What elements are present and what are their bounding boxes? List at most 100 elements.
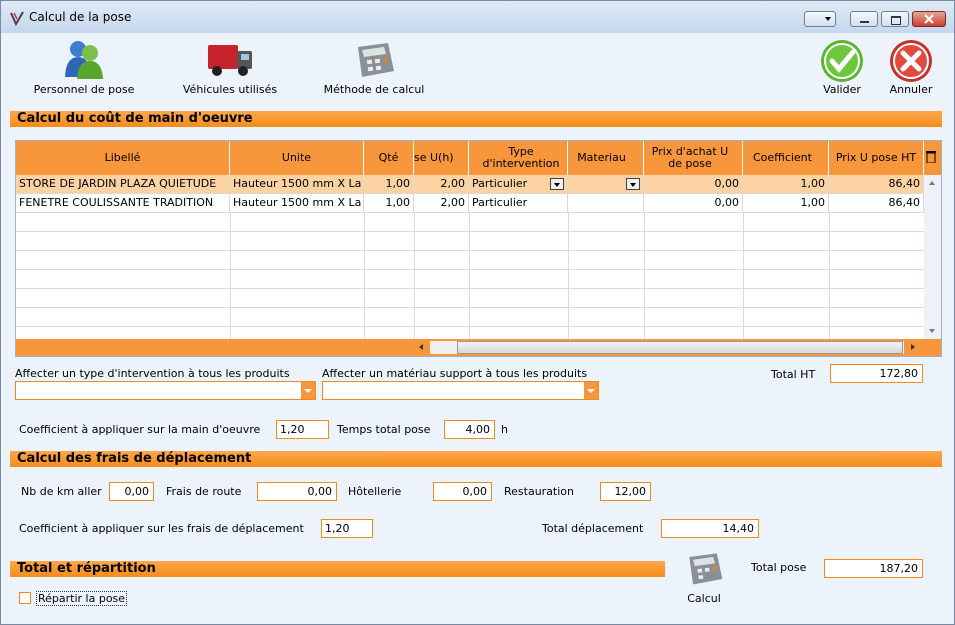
scroll-down-icon[interactable] [929, 329, 935, 333]
cell-materiau[interactable] [568, 175, 644, 193]
personnel-label: Personnel de pose [33, 83, 135, 96]
empty-row [16, 232, 924, 251]
scroll-up-icon[interactable] [929, 181, 935, 185]
calculator-icon [358, 43, 394, 77]
scroll-left-icon[interactable] [419, 344, 423, 350]
affecter-materiau-label: Affecter un matériau support à tous les … [322, 367, 588, 380]
total-pose-field[interactable]: 187,20 [824, 559, 923, 578]
table-row[interactable]: STORE DE JARDIN PLAZA QUIETUDE Hauteur 1… [16, 175, 924, 194]
close-button[interactable] [912, 11, 946, 27]
minimize-button[interactable] [850, 11, 878, 27]
methode-label: Méthode de calcul [323, 83, 425, 96]
annuler-button[interactable]: Annuler [885, 39, 937, 96]
people-icon [65, 41, 103, 79]
maximize-icon [891, 16, 901, 25]
cell-unite: Hauteur 1500 mm X La [230, 194, 364, 212]
cell-temps: 2,00 [414, 194, 469, 212]
coef-mo-label: Coefficient à appliquer sur la main d'oe… [19, 423, 261, 436]
cell-prix-u: 86,40 [829, 175, 924, 193]
restauration-label: Restauration [504, 485, 575, 498]
col-coefficient[interactable]: Coefficient [743, 141, 829, 175]
affecter-type-label: Affecter un type d'intervention à tous l… [15, 367, 290, 380]
col-prix-achat[interactable]: Prix d'achat U de pose [644, 141, 743, 175]
total-deplacement-label: Total déplacement [542, 522, 644, 535]
scroll-right-icon[interactable] [911, 344, 915, 350]
materiau-dropdown-button[interactable] [626, 178, 640, 190]
grid-line [469, 213, 470, 339]
empty-row [16, 213, 924, 232]
col-materiau[interactable]: Materiau [568, 141, 644, 175]
cell-coefficient: 1,00 [743, 175, 829, 193]
valider-label: Valider [823, 83, 861, 96]
calcul-button[interactable]: Calcul [677, 549, 731, 605]
grid-line [230, 213, 231, 339]
methode-calcul-button[interactable]: Méthode de calcul [322, 39, 426, 96]
minimize-icon [860, 21, 869, 23]
cell-type[interactable]: Particulier [469, 194, 568, 212]
window-title: Calcul de la pose [29, 10, 132, 24]
hotellerie-field[interactable]: 0,00 [433, 482, 492, 501]
grid-line [743, 213, 744, 339]
horizontal-scrollbar[interactable] [16, 339, 941, 356]
vehicules-button[interactable]: Véhicules utilisés [181, 39, 279, 96]
empty-row [16, 308, 924, 327]
toolbar: Personnel de pose Véhicules utilisés Mét… [1, 33, 954, 107]
app-icon [10, 11, 24, 26]
chevron-down-icon[interactable] [584, 382, 598, 399]
empty-row [16, 251, 924, 270]
col-unite[interactable]: Unite [230, 141, 364, 175]
calcul-label: Calcul [687, 592, 721, 605]
frais-route-field[interactable]: 0,00 [257, 482, 337, 501]
coef-deplacement-field[interactable]: 1,20 [321, 519, 373, 538]
cell-type-value: Particulier [472, 177, 528, 190]
cell-temps: 2,00 [414, 175, 469, 193]
total-deplacement-field[interactable]: 14,40 [661, 519, 759, 538]
grid-header: Libellé Unite Qté se U(h) Type d'interve… [16, 141, 941, 175]
temps-total-field[interactable]: 4,00 [444, 420, 495, 439]
affecter-materiau-select[interactable] [322, 381, 599, 400]
grid-line [568, 213, 569, 339]
col-qte[interactable]: Qté [364, 141, 414, 175]
repartir-checkbox[interactable] [19, 592, 31, 604]
frais-route-label: Frais de route [166, 485, 242, 498]
maximize-button[interactable] [881, 11, 909, 27]
km-field[interactable]: 0,00 [109, 482, 154, 501]
grid-line [364, 213, 365, 339]
window-menu-button[interactable] [804, 11, 836, 27]
personnel-button[interactable]: Personnel de pose [31, 39, 137, 96]
valider-button[interactable]: Valider [819, 39, 865, 96]
total-ht-field[interactable]: 172,80 [830, 364, 923, 383]
scroll-thumb[interactable] [457, 341, 903, 354]
temps-unit-label: h [501, 423, 508, 436]
cell-libelle: STORE DE JARDIN PLAZA QUIETUDE [16, 175, 230, 193]
section-main-oeuvre: Calcul du coût de main d'oeuvre [10, 111, 942, 127]
col-temps[interactable]: se U(h) [414, 141, 469, 175]
chevron-down-icon [825, 17, 831, 21]
cancel-icon [890, 40, 932, 82]
cell-prix-u: 86,40 [829, 194, 924, 212]
type-dropdown-button[interactable] [550, 178, 564, 190]
calcul-pose-window: Calcul de la pose Personnel de pose Véhi… [0, 0, 955, 625]
title-bar: Calcul de la pose [1, 1, 954, 33]
cell-type[interactable]: Particulier [469, 175, 568, 193]
col-type[interactable]: Type d'intervention [469, 141, 568, 175]
truck-icon [208, 45, 252, 76]
restauration-field[interactable]: 12,00 [600, 482, 651, 501]
vertical-scrollbar[interactable] [924, 175, 941, 339]
total-pose-label: Total pose [751, 561, 807, 574]
grid-line [829, 213, 830, 339]
affecter-type-select[interactable] [15, 381, 316, 400]
cell-prix-achat: 0,00 [644, 194, 743, 212]
col-prix-u[interactable]: Prix U pose HT [829, 141, 924, 175]
chevron-down-icon[interactable] [301, 382, 315, 399]
coef-mo-field[interactable]: 1,20 [276, 420, 329, 439]
cell-libelle: FENETRE COULISSANTE TRADITION [16, 194, 230, 212]
table-row[interactable]: FENETRE COULISSANTE TRADITION Hauteur 15… [16, 194, 924, 213]
empty-row [16, 270, 924, 289]
trash-icon[interactable] [926, 151, 936, 163]
col-libelle[interactable]: Libellé [16, 141, 230, 175]
repartir-label[interactable]: Répartir la pose [36, 591, 128, 606]
hotellerie-label: Hôtellerie [348, 485, 402, 498]
temps-total-label: Temps total pose [337, 423, 431, 436]
cell-materiau[interactable] [568, 194, 644, 212]
